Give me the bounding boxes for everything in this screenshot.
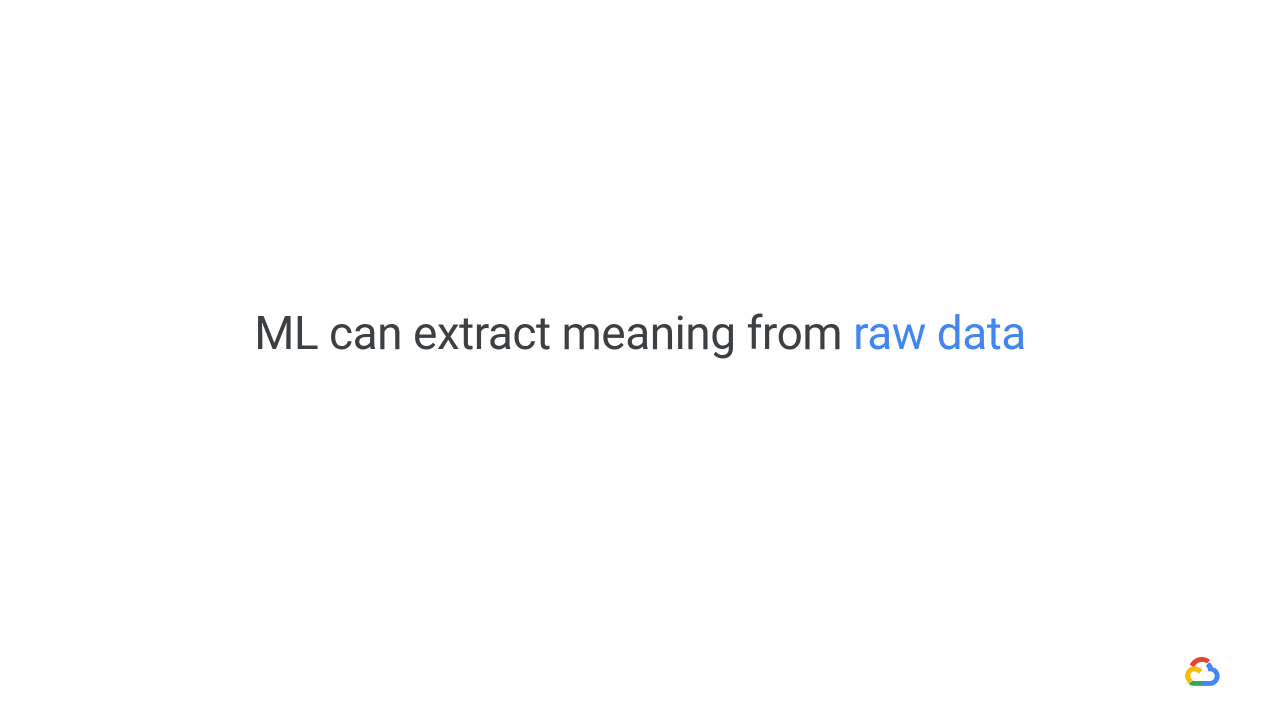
headline-primary-text: ML can extract meaning from — [254, 307, 853, 361]
slide-headline: ML can extract meaning from raw data — [254, 307, 1026, 362]
slide-content: ML can extract meaning from raw data — [0, 0, 1280, 720]
headline-highlight-text: raw data — [853, 307, 1026, 361]
google-cloud-logo-icon — [1184, 654, 1220, 690]
